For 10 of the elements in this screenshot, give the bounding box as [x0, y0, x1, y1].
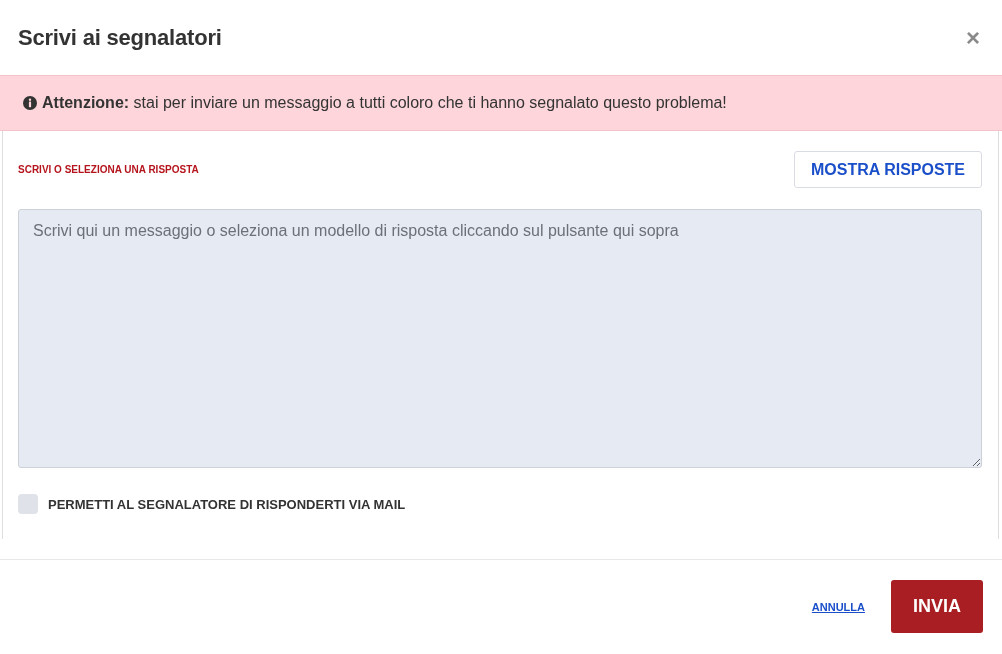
dialog-title: Scrivi ai segnalatori: [18, 24, 222, 51]
message-field[interactable]: Scrivi qui un messaggio o seleziona un modello di risposta cliccando sul pulsante qui sopra: [18, 209, 982, 468]
cancel-link[interactable]: ANNULLA: [811, 600, 865, 613]
section-label: SCRIVI O SELEZIONA UNA RISPOSTA: [18, 164, 199, 175]
checkbox[interactable]: [18, 494, 38, 514]
send-button[interactable]: INVIA: [891, 580, 983, 633]
info-icon: [23, 96, 37, 110]
show-replies-button[interactable]: MOSTRA RISPOSTE: [794, 151, 982, 188]
checkbox-label: PERMETTI AL SEGNALATORE DI RISPONDERTI VIA MAIL: [48, 496, 406, 512]
warning-text: Attenzione: stai per inviare un messaggio a tutti coloro che ti hanno segnalato questo problema!: [42, 94, 727, 112]
